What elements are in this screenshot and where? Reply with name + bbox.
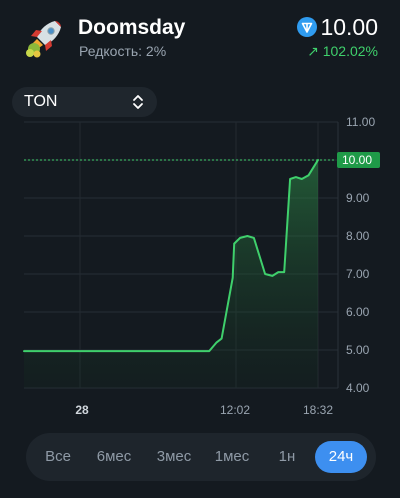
ton-icon (297, 17, 317, 37)
y-tick-label: 4.00 (346, 381, 370, 395)
x-tick-label: 18:32 (303, 403, 333, 417)
period-tabs: Все 6мес 3мес 1мес 1н 24ч (26, 433, 376, 481)
y-tick-label: 8.00 (346, 229, 370, 243)
current-price-label: 10.00 (342, 153, 372, 167)
price-chart-svg: 4.00 5.00 6.00 7.00 8.00 9.00 11.00 10.00 28 12:0… (23, 115, 380, 417)
price-chart[interactable]: 4.00 5.00 6.00 7.00 8.00 9.00 11.00 10.00 28 12:0… (0, 110, 400, 430)
y-tick-label: 9.00 (346, 191, 370, 205)
item-header: Doomsday Редкость: 2% 10.00 ↗ 102.02% (0, 0, 400, 80)
tab-1н[interactable]: 1н (266, 441, 308, 473)
rocket-icon (26, 21, 61, 58)
item-title: Doomsday (78, 16, 186, 39)
y-tick-label: 5.00 (346, 343, 370, 357)
tab-Все[interactable]: Все (34, 441, 82, 473)
tab-3мес[interactable]: 3мес (148, 441, 200, 473)
y-tick-label: 11.00 (346, 115, 375, 129)
y-tick-label: 7.00 (346, 267, 370, 281)
item-price: 10.00 (320, 14, 378, 40)
item-rarity: Редкость: 2% (79, 43, 167, 59)
x-tick-label: 12:02 (220, 403, 250, 417)
price-change: ↗ 102.02% (307, 43, 378, 59)
y-tick-label: 6.00 (346, 305, 370, 319)
tab-24ч[interactable]: 24ч (315, 441, 367, 473)
chevron-updown-icon (133, 95, 143, 109)
x-tick-label: 28 (75, 403, 89, 417)
currency-label: TON (24, 93, 58, 110)
tab-1мес[interactable]: 1мес (206, 441, 258, 473)
tab-6мес[interactable]: 6мес (88, 441, 140, 473)
